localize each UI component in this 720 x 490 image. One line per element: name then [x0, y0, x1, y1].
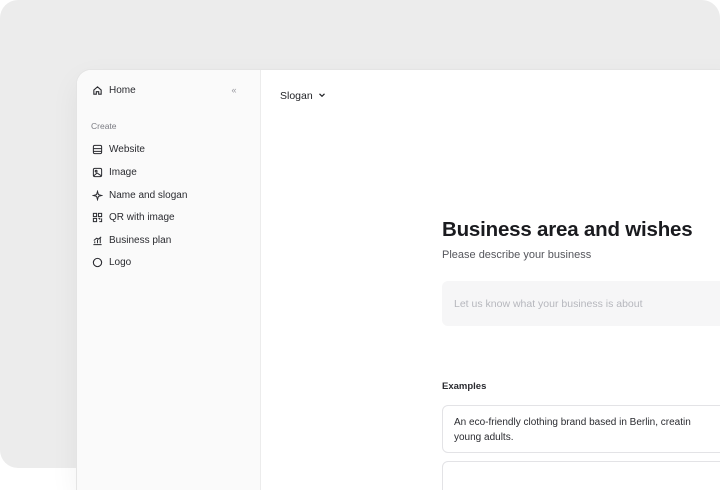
- sidebar-item-label: Business plan: [109, 234, 172, 246]
- section-label-create: Create: [91, 121, 117, 131]
- sidebar-item-qr-with-image[interactable]: QR with image: [91, 208, 175, 226]
- sidebar-item-image[interactable]: Image: [91, 163, 137, 181]
- logo-circle-icon: [91, 256, 103, 268]
- examples-label: Examples: [442, 381, 487, 392]
- sidebar-item-name-and-slogan[interactable]: Name and slogan: [91, 186, 187, 204]
- app-window: Home « Create Website Image Name and slo…: [77, 70, 720, 490]
- sidebar-item-label: Name and slogan: [109, 189, 188, 201]
- page-subtitle: Please describe your business: [442, 249, 592, 261]
- main-panel: Slogan Business area and wishes Please d…: [261, 70, 720, 490]
- collapse-sidebar-button[interactable]: «: [227, 83, 241, 97]
- website-icon: [91, 143, 103, 155]
- example-card[interactable]: An eco-friendly clothing brand based in …: [442, 405, 720, 453]
- image-icon: [91, 166, 103, 178]
- sidebar-item-label: Logo: [109, 256, 132, 268]
- business-description-input[interactable]: [442, 281, 720, 326]
- doc-type-dropdown[interactable]: Slogan: [280, 90, 326, 102]
- sidebar-item-logo[interactable]: Logo: [91, 253, 131, 271]
- sidebar-item-label: Website: [109, 143, 145, 155]
- example-text-line: An eco-friendly clothing brand based in …: [454, 417, 691, 428]
- sidebar-item-business-plan[interactable]: Business plan: [91, 231, 171, 249]
- sidebar-item-label: QR with image: [109, 211, 175, 223]
- sidebar: Home « Create Website Image Name and slo…: [77, 70, 261, 490]
- qr-icon: [91, 211, 103, 223]
- chevron-down-icon: [318, 90, 326, 102]
- sidebar-item-label: Image: [109, 166, 137, 178]
- sidebar-item-home[interactable]: Home: [91, 81, 136, 99]
- page-title: Business area and wishes: [442, 218, 693, 241]
- sparkle-icon: [91, 189, 103, 201]
- example-text-line: young adults.: [454, 432, 514, 443]
- sidebar-item-website[interactable]: Website: [91, 140, 145, 158]
- doc-type-label: Slogan: [280, 90, 313, 102]
- home-icon: [91, 84, 103, 96]
- sidebar-item-label: Home: [109, 84, 136, 96]
- example-card[interactable]: [442, 461, 720, 490]
- chart-icon: [91, 234, 103, 246]
